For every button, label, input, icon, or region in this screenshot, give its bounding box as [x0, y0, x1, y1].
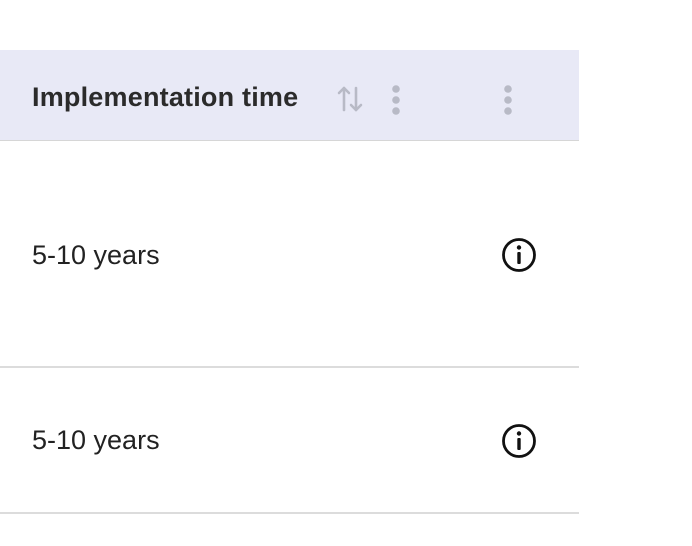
table-header-row: Implementation time [0, 50, 579, 141]
column-menu-icon[interactable] [390, 84, 402, 116]
implementation-time-cell: 5-10 years [32, 425, 160, 455]
info-icon[interactable] [501, 237, 537, 273]
sort-arrows-icon[interactable] [336, 84, 364, 114]
implementation-time-cell: 5-10 years [32, 240, 160, 270]
column-header-implementation-time[interactable]: Implementation time [32, 82, 298, 113]
table-row: 5-10 years [0, 141, 579, 368]
info-icon[interactable] [501, 423, 537, 459]
page: Implementation time 5-10 years 5-10 year… [0, 0, 692, 546]
data-table: Implementation time 5-10 years 5-10 year… [0, 50, 579, 514]
table-row: 5-10 years [0, 368, 579, 514]
actions-column-menu-icon[interactable] [502, 84, 514, 116]
